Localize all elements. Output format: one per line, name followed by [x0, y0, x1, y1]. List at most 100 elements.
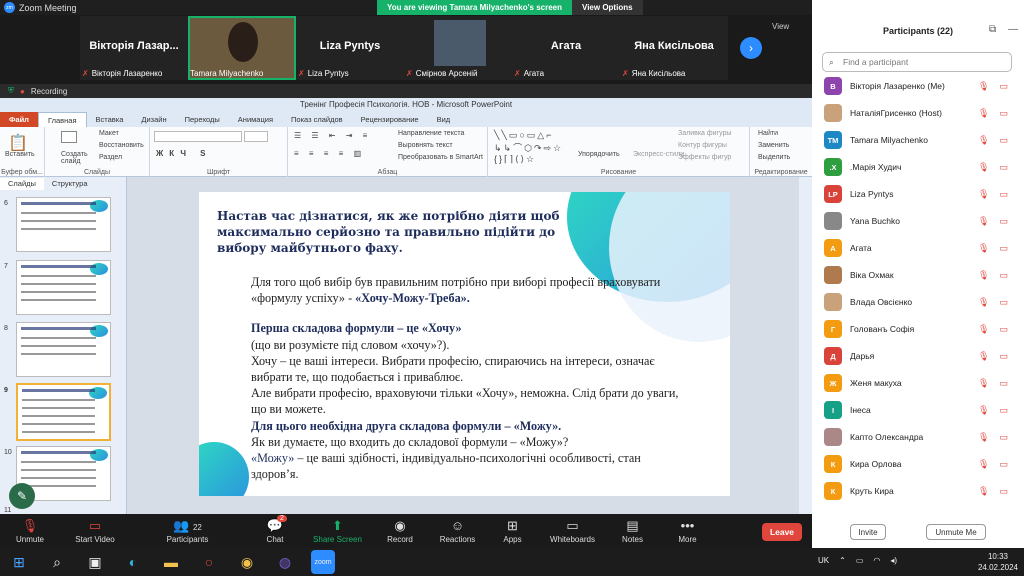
- participant-row[interactable]: Г Голованъ Софія 🎙 ▭: [824, 319, 1014, 339]
- tab-outline[interactable]: Структура: [44, 178, 96, 190]
- font-name-select[interactable]: [154, 131, 242, 142]
- shapes-gallery[interactable]: ╲╲▭○▭△⌐ ↳↳⌒⬡↷⇨☆ {}⌈⌉⟨⟩☆: [494, 130, 563, 165]
- slide-text-accent: «Можу»: [251, 451, 295, 466]
- popout-icon[interactable]: ⧉: [989, 24, 996, 35]
- tab-file[interactable]: Файл: [0, 112, 38, 127]
- view-options-button[interactable]: View Options: [572, 0, 643, 15]
- shape-fill-button[interactable]: Заливка фигуры: [678, 130, 731, 137]
- video-tile[interactable]: ✗ Смірнов Арсеній: [404, 16, 512, 80]
- chat-button[interactable]: 💬 2 Chat: [245, 514, 305, 548]
- tab-design[interactable]: Дизайн: [132, 112, 175, 127]
- video-tile[interactable]: Агата ✗ Агата: [512, 16, 620, 80]
- tab-review[interactable]: Рецензирование: [352, 112, 428, 127]
- task-view-icon[interactable]: ▣: [83, 550, 107, 574]
- participant-row[interactable]: І Інеса 🎙 ▭: [824, 400, 1014, 420]
- start-video-button[interactable]: ▭ Start Video: [60, 514, 130, 548]
- participant-row[interactable]: Капто Олександра 🎙 ▭: [824, 427, 1014, 447]
- video-tile[interactable]: Liza Pyntys ✗ Liza Pyntys: [296, 16, 404, 80]
- next-page-icon[interactable]: ›: [740, 37, 762, 59]
- view-button[interactable]: View: [772, 22, 789, 31]
- invite-button[interactable]: Invite: [850, 524, 886, 540]
- clock[interactable]: 10:33 24.02.2024: [978, 551, 1018, 573]
- video-tile-active-speaker[interactable]: Tamara Milyachenko: [188, 16, 296, 80]
- volume-icon[interactable]: ◂): [890, 556, 897, 565]
- more-button[interactable]: ••• More: [660, 514, 715, 548]
- video-tile[interactable]: Вікторія Лазар... ✗ Вікторія Лазаренко: [80, 16, 188, 80]
- list-buttons[interactable]: ☰ ☰ ⇤ ⇥ ≡: [294, 131, 371, 140]
- notes-button[interactable]: ▤ Notes: [605, 514, 660, 548]
- zoom-app-icon[interactable]: zoom: [311, 550, 335, 574]
- apps-button[interactable]: ⊞ Apps: [485, 514, 540, 548]
- slide-thumbnail[interactable]: [16, 322, 111, 377]
- participant-row[interactable]: TM Tamara Milyachenko 🎙 ▭: [824, 130, 1014, 150]
- align-text-button[interactable]: Выровнять текст: [398, 142, 453, 149]
- tab-insert[interactable]: Вставка: [87, 112, 133, 127]
- format-buttons[interactable]: ЖКЧ S: [156, 149, 212, 158]
- quick-styles-button[interactable]: Экспресс-стили: [633, 151, 684, 158]
- tab-animations[interactable]: Анимация: [229, 112, 282, 127]
- close-panel-icon[interactable]: —: [1008, 24, 1018, 35]
- participants-button[interactable]: 👥 22 Participants: [130, 514, 245, 548]
- participant-row[interactable]: .Х .Марія Худич 🎙 ▭: [824, 157, 1014, 177]
- participant-row[interactable]: НаталіяГрисенко (Host) 🎙 ▭: [824, 103, 1014, 123]
- shape-outline-button[interactable]: Контур фигуры: [678, 142, 727, 149]
- video-tile[interactable]: Яна Кисільова ✗ Яна Кисільова: [620, 16, 728, 80]
- replace-button[interactable]: Заменить: [758, 142, 789, 149]
- unmute-button[interactable]: 🎙 Unmute: [0, 514, 60, 548]
- share-screen-button[interactable]: ⬆ Share Screen: [305, 514, 370, 548]
- font-size-select[interactable]: [244, 131, 268, 142]
- new-slide-icon[interactable]: [61, 131, 77, 143]
- tab-home[interactable]: Главная: [37, 112, 87, 127]
- slide-thumbnail[interactable]: [16, 260, 111, 315]
- leave-button[interactable]: Leave: [762, 523, 802, 541]
- participant-row[interactable]: А Агата 🎙 ▭: [824, 238, 1014, 258]
- avatar: Г: [824, 320, 842, 338]
- participant-row[interactable]: Віка Охмак 🎙 ▭: [824, 265, 1014, 285]
- file-explorer-icon[interactable]: ▬: [159, 550, 183, 574]
- pen-annotate-icon[interactable]: ✎: [9, 483, 35, 509]
- whiteboards-button[interactable]: ▭ Whiteboards: [540, 514, 605, 548]
- unmute-me-button[interactable]: Unmute Me: [926, 524, 986, 540]
- shape-effects-button[interactable]: Эффекты фигур: [678, 154, 731, 161]
- smartart-button[interactable]: Преобразовать в SmartArt: [398, 154, 483, 161]
- vertical-scrollbar[interactable]: [799, 177, 812, 514]
- paste-icon[interactable]: 📋: [8, 133, 28, 153]
- participant-row[interactable]: К Кира Орлова 🎙 ▭: [824, 454, 1014, 474]
- participant-row[interactable]: Влада Овсієнко 🎙 ▭: [824, 292, 1014, 312]
- find-button[interactable]: Найти: [758, 130, 778, 137]
- viber-icon[interactable]: ◍: [273, 550, 297, 574]
- record-button[interactable]: ◉ Record: [370, 514, 430, 548]
- language-indicator[interactable]: UK: [818, 556, 829, 565]
- align-buttons[interactable]: ≡ ≡ ≡ ≡ ▥: [294, 149, 365, 158]
- new-slide-button[interactable]: Создать слайд: [61, 151, 97, 165]
- font-group: ЖКЧ S Шрифт: [150, 127, 288, 177]
- chrome-browser-icon[interactable]: ◉: [235, 550, 259, 574]
- participant-row[interactable]: Ж Женя макуха 🎙 ▭: [824, 373, 1014, 393]
- select-button[interactable]: Выделить: [758, 154, 790, 161]
- windows-start-icon[interactable]: ⊞: [7, 550, 31, 574]
- edge-browser-icon[interactable]: ◐: [121, 550, 145, 574]
- arrange-button[interactable]: Упорядочить: [578, 151, 620, 158]
- tab-view[interactable]: Вид: [428, 112, 460, 127]
- opera-browser-icon[interactable]: ○: [197, 550, 221, 574]
- reactions-button[interactable]: ☺ Reactions: [430, 514, 485, 548]
- paste-button[interactable]: Вставить: [5, 151, 35, 158]
- tab-slides[interactable]: Слайды: [0, 178, 44, 190]
- participant-search-input[interactable]: ⌕ Find a participant: [822, 52, 1012, 72]
- tab-slideshow[interactable]: Показ слайдов: [282, 112, 352, 127]
- participant-row[interactable]: LP Liza Pyntys 🎙 ▭: [824, 184, 1014, 204]
- tab-transitions[interactable]: Переходы: [176, 112, 229, 127]
- section-button[interactable]: Раздел: [99, 154, 122, 161]
- participant-row[interactable]: К Круть Кира 🎙 ▭: [824, 481, 1014, 501]
- chevron-up-icon[interactable]: ⌃: [839, 556, 846, 565]
- text-direction-button[interactable]: Направление текста: [398, 130, 464, 137]
- participant-row[interactable]: Д Дарья 🎙 ▭: [824, 346, 1014, 366]
- reset-button[interactable]: Восстановить: [99, 142, 144, 149]
- participant-status-icons: 🎙 ▭: [978, 108, 1008, 119]
- layout-button[interactable]: Макет: [99, 130, 119, 137]
- slide-thumbnail[interactable]: [16, 197, 111, 252]
- search-icon[interactable]: ⌕: [45, 550, 69, 574]
- participant-row[interactable]: Yana Buchko 🎙 ▭: [824, 211, 1014, 231]
- slide-thumbnail-selected[interactable]: [16, 383, 111, 441]
- participant-row[interactable]: В Вікторія Лазаренко (Me) 🎙 ▭: [824, 76, 1014, 96]
